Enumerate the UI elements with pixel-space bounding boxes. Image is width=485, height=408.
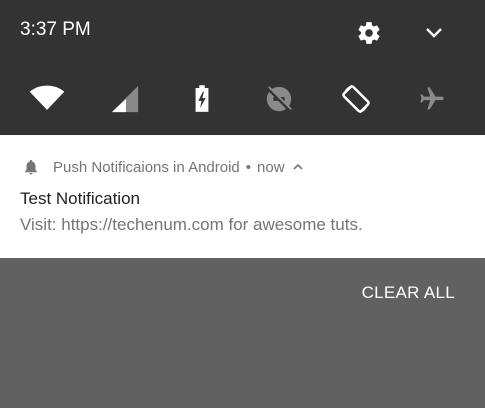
quick-settings-shade: 3:37 PM bbox=[0, 0, 485, 135]
notification-app-name: Push Notificaions in Android bbox=[53, 158, 240, 176]
notification-body: Visit: https://techenum.com for awesome … bbox=[20, 215, 363, 234]
clear-all-button[interactable]: CLEAR ALL bbox=[362, 283, 455, 303]
notification-time: now bbox=[257, 158, 285, 176]
wifi-icon[interactable] bbox=[25, 78, 69, 120]
airplane-mode-icon[interactable] bbox=[410, 78, 454, 120]
do-not-disturb-off-icon[interactable] bbox=[257, 78, 301, 120]
notification-title: Test Notification bbox=[20, 189, 140, 208]
cellular-signal-icon[interactable] bbox=[103, 78, 147, 120]
notification-header: Push Notificaions in Android • now bbox=[22, 157, 304, 177]
quick-settings-row bbox=[0, 78, 485, 120]
chevron-down-icon[interactable] bbox=[424, 25, 444, 41]
battery-charging-icon[interactable] bbox=[180, 78, 224, 120]
gear-icon[interactable] bbox=[356, 20, 382, 46]
chevron-up-icon[interactable] bbox=[292, 162, 304, 172]
bell-icon bbox=[25, 159, 37, 175]
header-separator: • bbox=[245, 158, 252, 176]
clock-time: 3:37 PM bbox=[20, 19, 91, 40]
auto-rotate-icon[interactable] bbox=[334, 78, 378, 120]
notification-card[interactable]: Push Notificaions in Android • now Test … bbox=[0, 135, 485, 258]
